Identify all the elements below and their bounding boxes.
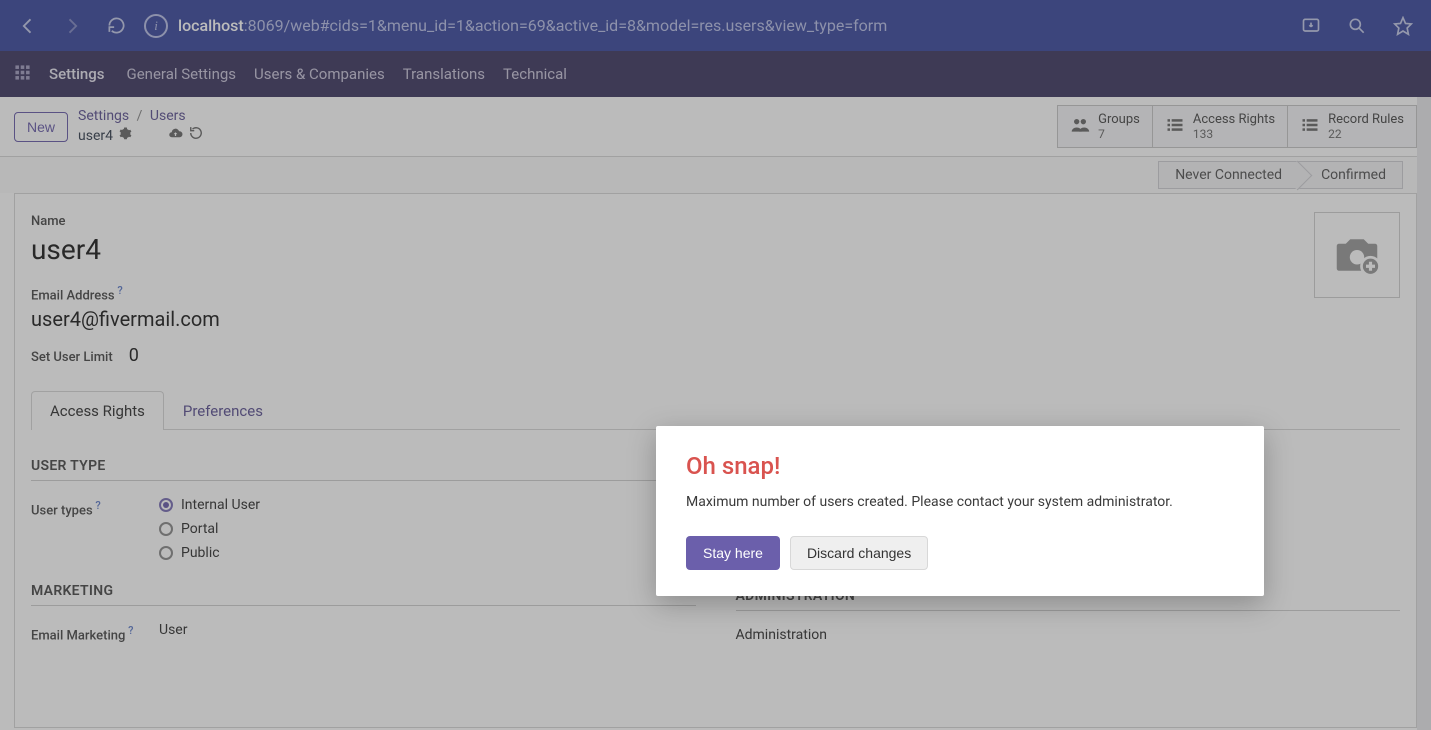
stay-here-button[interactable]: Stay here <box>686 536 780 570</box>
modal-title: Oh snap! <box>686 452 1234 480</box>
modal-body: Maximum number of users created. Please … <box>686 494 1234 510</box>
discard-changes-button[interactable]: Discard changes <box>790 536 928 570</box>
error-modal: Oh snap! Maximum number of users created… <box>656 426 1264 596</box>
modal-backdrop[interactable] <box>0 0 1431 730</box>
